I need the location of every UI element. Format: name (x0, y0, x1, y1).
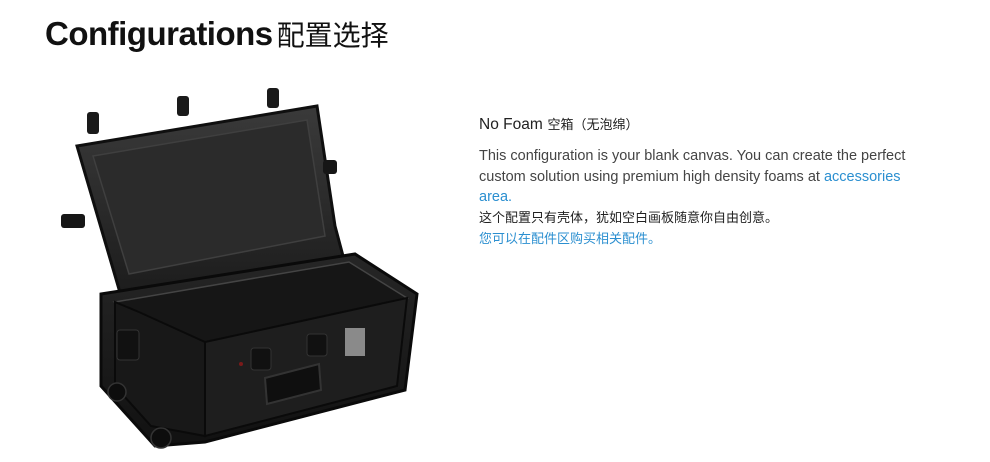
config-panel: No Foam 空箱（无泡绵） This configuration is yo… (479, 114, 949, 250)
accessories-link-zh[interactable]: 您可以在配件区购买相关配件。 (479, 229, 949, 250)
page-title-en: Configurations (45, 15, 273, 52)
config-heading-zh: 空箱（无泡绵） (547, 118, 639, 133)
product-image (61, 88, 419, 449)
config-description-zh: 这个配置只有壳体，犹如空白画板随意你自由创意。 (479, 210, 779, 226)
page-title-zh: 配置选择 (276, 19, 389, 52)
config-heading-en: No Foam (479, 116, 543, 133)
page-title: Configurations 配置选择 (45, 14, 389, 54)
config-description-en: This configuration is your blank canvas.… (479, 146, 909, 208)
config-heading: No Foam 空箱（无泡绵） (479, 114, 949, 134)
